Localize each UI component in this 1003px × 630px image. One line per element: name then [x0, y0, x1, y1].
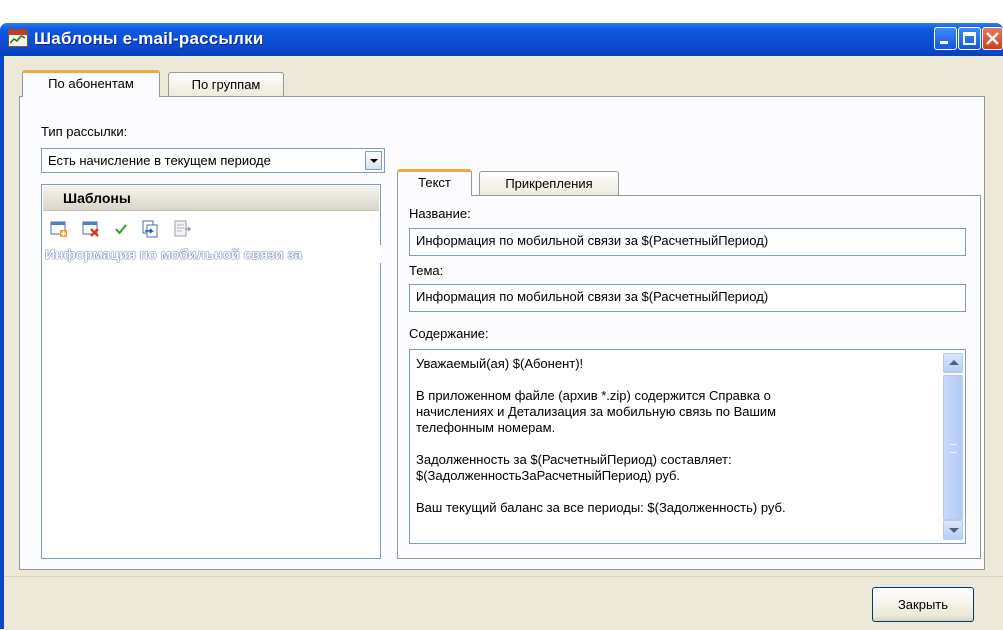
check-icon[interactable] [112, 220, 130, 238]
subject-label: Тема: [409, 263, 444, 278]
close-window-button[interactable] [982, 27, 1003, 50]
name-label: Название: [409, 206, 471, 221]
content-label: Содержание: [409, 326, 489, 341]
import-template-icon[interactable] [173, 220, 191, 238]
mailing-type-select[interactable]: Есть начисление в текущем периоде [41, 148, 385, 173]
tab-by-groups[interactable]: По группам [168, 72, 284, 98]
scroll-down-icon[interactable] [943, 520, 963, 540]
bottom-bar: Закрыть [4, 576, 1003, 630]
content-scrollbar[interactable] [943, 353, 963, 540]
tab-label: Прикрепления [505, 176, 593, 191]
tab-panel-subscribers: Тип рассылки: Есть начисление в текущем … [19, 96, 985, 570]
template-list-item[interactable]: Информация по мобильной связи за [43, 245, 381, 263]
tab-attachments[interactable]: Прикрепления [479, 171, 619, 197]
copy-template-icon[interactable] [141, 220, 159, 238]
add-template-icon[interactable] [50, 220, 68, 238]
title-bar[interactable]: Шаблоны e-mail-рассылки [0, 23, 1003, 56]
mailing-type-value: Есть начисление в текущем периоде [48, 153, 271, 168]
mailing-type-label: Тип рассылки: [41, 124, 128, 139]
scroll-thumb[interactable] [943, 375, 963, 520]
window-frame: По абонентам По группам Тип рассылки: Ес… [0, 56, 1003, 630]
maximize-button[interactable] [958, 27, 981, 50]
minimize-icon [940, 41, 948, 44]
window-client-area: По абонентам По группам Тип рассылки: Ес… [4, 56, 1003, 630]
minimize-button[interactable] [934, 27, 957, 50]
templates-list: Шаблоны Информация по мобильной связи за [41, 184, 381, 559]
content-text: Уважаемый(ая) $(Абонент)! В приложенном … [416, 356, 786, 515]
subject-value: Информация по мобильной связи за $(Расче… [416, 289, 769, 304]
subject-field[interactable]: Информация по мобильной связи за $(Расче… [409, 284, 966, 312]
template-name: Информация по мобильной связи за [45, 246, 303, 262]
templates-header: Шаблоны [43, 186, 379, 211]
close-button[interactable]: Закрыть [872, 587, 974, 622]
templates-toolbar [43, 211, 379, 245]
main-window: Шаблоны e-mail-рассылки По абонентам По … [0, 23, 1003, 630]
tab-text[interactable]: Текст [397, 169, 472, 196]
tab-by-subscribers[interactable]: По абонентам [22, 70, 160, 97]
content-textarea[interactable]: Уважаемый(ая) $(Абонент)! В приложенном … [409, 349, 966, 544]
maximize-icon [963, 32, 976, 45]
delete-template-icon[interactable] [82, 220, 100, 238]
close-icon [986, 32, 999, 45]
name-value: Информация по мобильной связи за $(Расче… [416, 233, 769, 248]
window-title: Шаблоны e-mail-рассылки [34, 29, 264, 48]
tab-label: Текст [418, 175, 451, 190]
app-chart-icon [8, 29, 28, 47]
tab-label: По абонентам [48, 76, 134, 91]
chevron-down-icon[interactable] [365, 151, 382, 170]
tab-panel-text: Название: Информация по мобильной связи … [397, 195, 981, 559]
scroll-up-icon[interactable] [943, 353, 963, 373]
tab-label: По группам [191, 77, 261, 92]
name-field[interactable]: Информация по мобильной связи за $(Расче… [409, 228, 966, 256]
